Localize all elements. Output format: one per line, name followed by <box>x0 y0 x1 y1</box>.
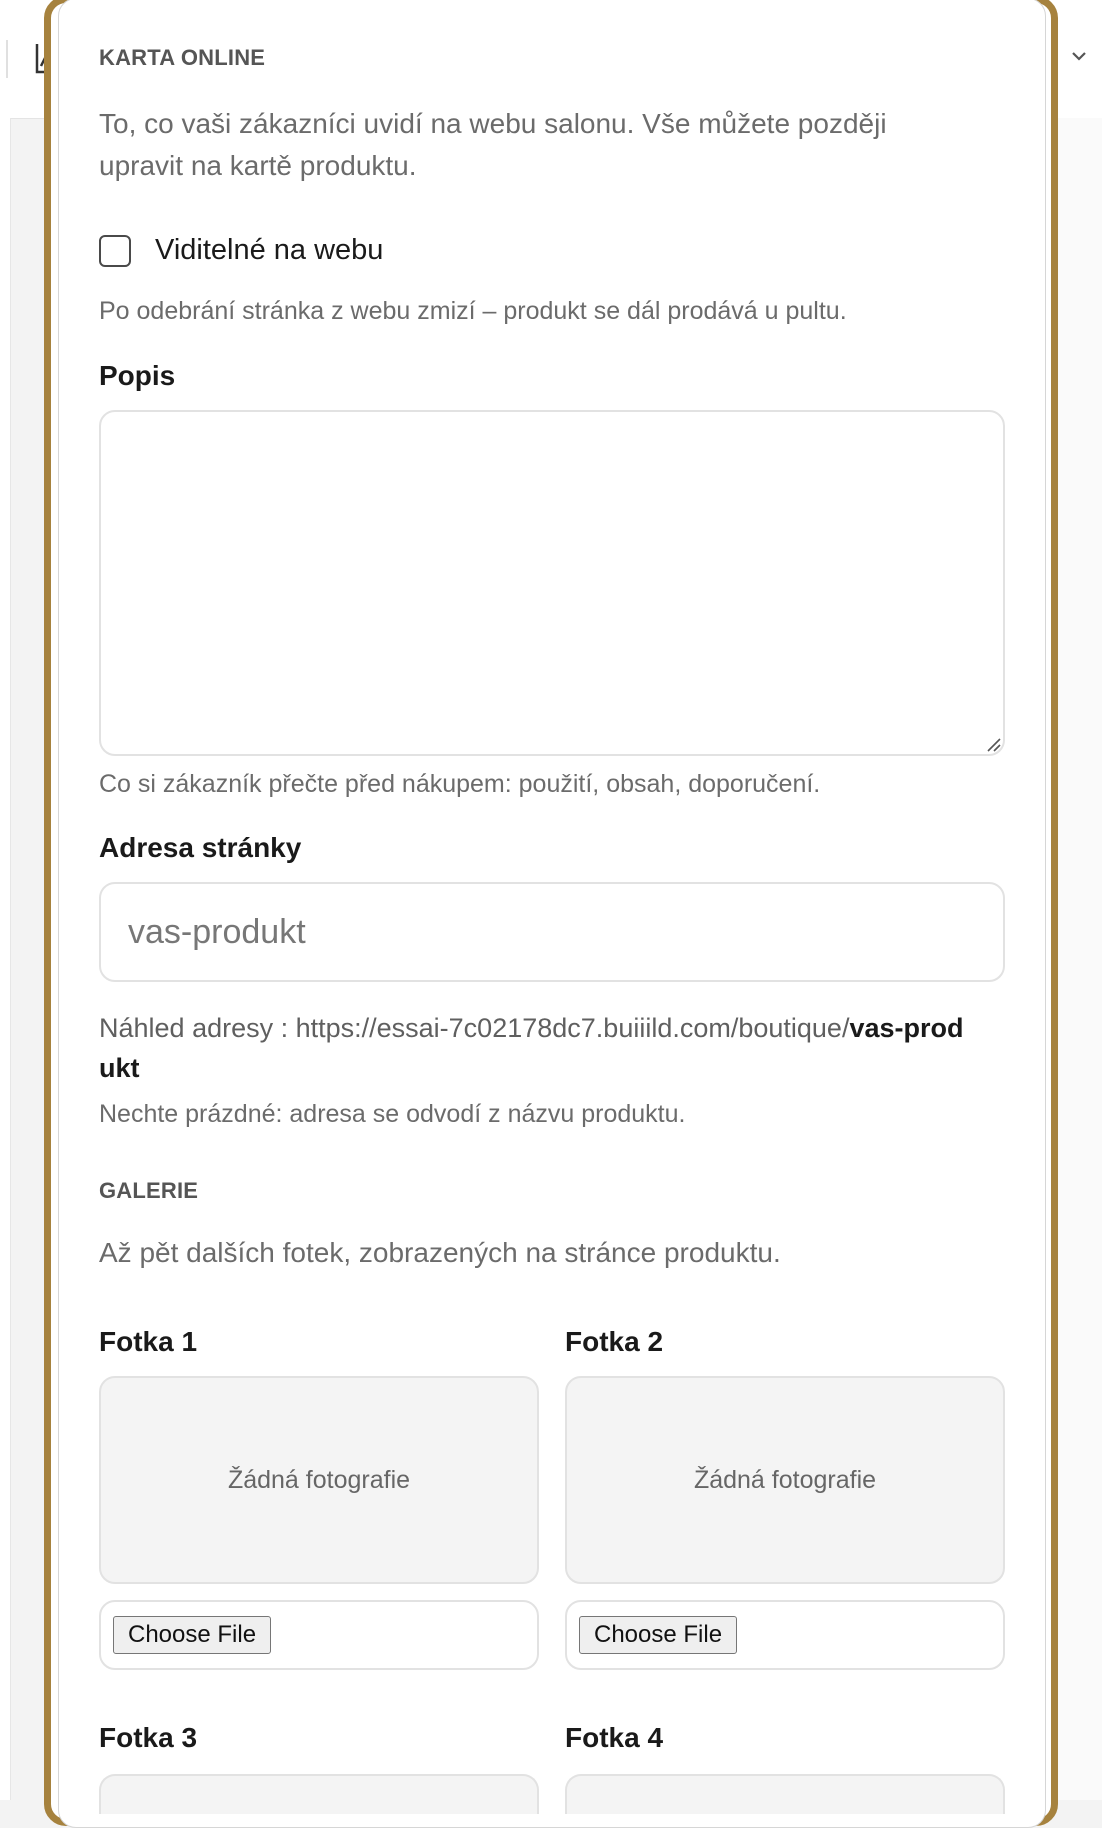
adresa-preview: Náhled adresy : https://essai-7c02178dc7… <box>99 1008 1011 1088</box>
karta-online-description-line2: upravit na kartě produktu. <box>99 150 417 181</box>
fotka-4-label: Fotka 4 <box>565 1722 664 1753</box>
fotka-3-label: Fotka 3 <box>99 1722 198 1753</box>
fotka-3-preview <box>99 1774 539 1814</box>
visible-on-web-hint: Po odebrání stránka z webu zmizí – produ… <box>99 297 847 325</box>
adresa-preview-slug-part1: vas-prod <box>849 1013 964 1043</box>
karta-online-description: To, co vaši zákazníci uvidí na webu salo… <box>99 103 887 187</box>
fotka-1-label: Fotka 1 <box>99 1326 198 1357</box>
fotka-1-preview: Žádná fotografie <box>99 1376 539 1584</box>
toolbar-separator <box>6 40 8 78</box>
galerie-section-title: GALERIE <box>99 1178 199 1203</box>
popis-textarea[interactable] <box>99 410 1005 756</box>
fotka-2-preview: Žádná fotografie <box>565 1376 1005 1584</box>
adresa-preview-slug-part2: ukt <box>99 1053 140 1083</box>
right-panel <box>1058 118 1102 1800</box>
fotka-1-empty-text: Žádná fotografie <box>227 1465 411 1494</box>
popis-hint: Co si zákazník přečte před nákupem: použ… <box>99 770 821 798</box>
adresa-preview-prefix: Náhled adresy : https://essai-7c02178dc7… <box>99 1013 850 1043</box>
visible-on-web-checkbox[interactable] <box>99 235 131 267</box>
resize-grip-icon[interactable] <box>984 735 1002 753</box>
popis-label: Popis <box>99 360 176 391</box>
adresa-label: Adresa stránky <box>99 832 302 863</box>
karta-online-description-line1: To, co vaši zákazníci uvidí na webu salo… <box>99 108 887 139</box>
fotka-1-file-input[interactable]: Choose File <box>99 1600 539 1670</box>
galerie-description: Až pět dalších fotek, zobrazených na str… <box>99 1237 781 1268</box>
chevron-down-icon[interactable] <box>1070 48 1088 64</box>
fotka-2-label: Fotka 2 <box>565 1326 664 1357</box>
left-panel <box>0 118 11 1800</box>
fotka-2-file-input[interactable]: Choose File <box>565 1600 1005 1670</box>
karta-online-section-title: KARTA ONLINE <box>99 45 266 70</box>
adresa-hint: Nechte prázdné: adresa se odvodí z názvu… <box>99 1100 686 1128</box>
fotka-4-preview <box>565 1774 1005 1814</box>
fotka-2-empty-text: Žádná fotografie <box>693 1465 877 1494</box>
visible-on-web-label[interactable]: Viditelné na webu <box>155 234 383 267</box>
adresa-input[interactable] <box>99 882 1005 982</box>
fotka-1-choose-file-button[interactable]: Choose File <box>113 1616 272 1654</box>
fotka-2-choose-file-button[interactable]: Choose File <box>579 1616 738 1654</box>
